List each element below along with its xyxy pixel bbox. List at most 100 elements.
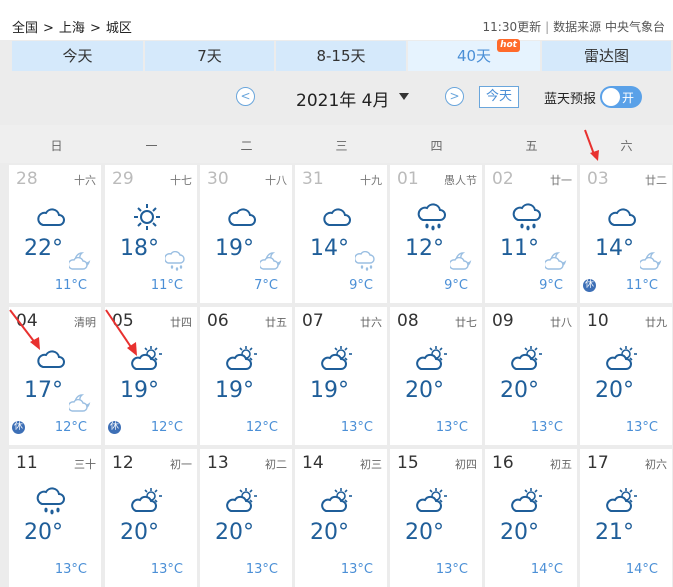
day-number: 04 xyxy=(16,311,38,331)
day-cell[interactable]: 16 初五 20° 14°C xyxy=(485,449,577,587)
lunar-date: 三十 xyxy=(74,458,96,471)
low-temp: 14°C xyxy=(530,562,563,577)
tab-label: 今天 xyxy=(62,47,93,65)
lunar-date: 廿五 xyxy=(265,316,287,329)
today-button[interactable]: 今天 xyxy=(479,86,519,108)
low-temp: 9°C xyxy=(349,278,373,293)
low-temp: 13°C xyxy=(150,562,183,577)
day-cell[interactable]: 09 廿八 20° 13°C xyxy=(485,307,577,445)
day-cell[interactable]: 28 十六 22° 11°C xyxy=(9,165,101,303)
partly-cloudy-icon xyxy=(321,487,353,515)
breadcrumb-district: 城区 xyxy=(105,21,132,36)
day-number: 28 xyxy=(16,169,38,189)
day-cell[interactable]: 17 初六 21° 14°C xyxy=(580,449,672,587)
weekday-label: 三 xyxy=(335,139,348,153)
day-cell[interactable]: 05 廿四 19° 12°C 休 xyxy=(105,307,197,445)
cloudy-icon xyxy=(321,203,353,231)
partly-cloudy-icon xyxy=(416,345,448,373)
day-cell[interactable]: 29 十七 18° 11°C xyxy=(105,165,197,303)
tab-label: 雷达图 xyxy=(583,47,629,65)
tab-40days[interactable]: 40天 hot xyxy=(408,39,540,71)
rain-icon xyxy=(511,203,543,231)
day-cell[interactable]: 03 廿二 14° 11°C 休 xyxy=(580,165,672,303)
low-temp: 7°C xyxy=(254,278,278,293)
day-cell[interactable]: 15 初四 20° 13°C xyxy=(390,449,482,587)
rain-icon xyxy=(35,487,67,515)
tab-7days[interactable]: 7天 xyxy=(145,41,274,71)
lunar-date: 初四 xyxy=(455,458,477,471)
tab-label: 8-15天 xyxy=(316,47,366,65)
lunar-date: 初五 xyxy=(550,458,572,471)
day-cell[interactable]: 30 十八 19° 7°C xyxy=(200,165,292,303)
low-temp: 13°C xyxy=(54,562,87,577)
lunar-date: 初三 xyxy=(360,458,382,471)
next-month-button[interactable]: > xyxy=(445,87,464,106)
cloudy-icon xyxy=(606,203,638,231)
night-cloudy-icon xyxy=(638,251,662,271)
day-number: 07 xyxy=(302,311,324,331)
day-cell[interactable]: 01 愚人节 12° 9°C xyxy=(390,165,482,303)
month-label[interactable]: 2021年 4月 xyxy=(296,86,389,111)
day-cell[interactable]: 02 廿一 11° 9°C xyxy=(485,165,577,303)
day-cell[interactable]: 11 三十 20° 13°C xyxy=(9,449,101,587)
lunar-date: 廿八 xyxy=(550,316,572,329)
holiday-badge: 休 xyxy=(583,279,596,292)
partly-cloudy-icon xyxy=(606,487,638,515)
lunar-date: 十六 xyxy=(74,174,96,187)
high-temp: 19° xyxy=(215,378,254,403)
day-number: 01 xyxy=(397,169,419,189)
rain-icon xyxy=(416,203,448,231)
day-number: 09 xyxy=(492,311,514,331)
partly-cloudy-icon xyxy=(226,345,258,373)
partly-cloudy-icon xyxy=(416,487,448,515)
day-cell[interactable]: 10 廿九 20° 13°C xyxy=(580,307,672,445)
high-temp: 14° xyxy=(310,236,349,261)
partly-cloudy-icon xyxy=(131,487,163,515)
high-temp: 20° xyxy=(405,520,444,545)
tab-today[interactable]: 今天 xyxy=(12,41,143,71)
low-temp: 13°C xyxy=(435,562,468,577)
prev-month-button[interactable]: < xyxy=(236,87,255,106)
header-bar: 全国 > 上海 > 城区 11:30更新 | 数据来源 中央气象台 xyxy=(0,0,673,40)
weekday-label: 一 xyxy=(145,139,158,153)
high-temp: 20° xyxy=(310,520,349,545)
day-number: 13 xyxy=(207,453,229,473)
rain-icon xyxy=(164,250,187,271)
day-cell[interactable]: 08 廿七 20° 13°C xyxy=(390,307,482,445)
day-cell[interactable]: 06 廿五 19° 12°C xyxy=(200,307,292,445)
forecast-tabs: 今天 7天 8-15天 40天 hot 雷达图 xyxy=(12,39,671,71)
low-temp: 13°C xyxy=(625,420,658,435)
weather-calendar-app: { "breadcrumb": ["全国", "上海", "城区"], "bre… xyxy=(0,0,673,587)
caret-down-icon[interactable] xyxy=(399,93,409,100)
partly-cloudy-icon xyxy=(321,345,353,373)
low-temp: 14°C xyxy=(625,562,658,577)
high-temp: 12° xyxy=(405,236,444,261)
lunar-date: 十九 xyxy=(360,174,382,187)
breadcrumb-city[interactable]: 上海 xyxy=(59,17,85,36)
day-cell[interactable]: 31 十九 14° 9°C xyxy=(295,165,387,303)
tab-radar[interactable]: 雷达图 xyxy=(542,41,671,71)
tab-8-15days[interactable]: 8-15天 xyxy=(276,41,406,71)
night-cloudy-icon xyxy=(448,251,472,271)
day-cell[interactable]: 07 廿六 19° 13°C xyxy=(295,307,387,445)
day-number: 02 xyxy=(492,169,514,189)
weekday-label: 日 xyxy=(50,139,63,153)
high-temp: 20° xyxy=(120,520,159,545)
high-temp: 22° xyxy=(24,236,63,261)
weekday-header: 日 一 二 三 四 五 六 xyxy=(0,125,673,163)
lunar-date: 初二 xyxy=(265,458,287,471)
breadcrumb-country[interactable]: 全国 xyxy=(12,17,38,36)
low-temp: 11°C xyxy=(150,278,183,293)
day-number: 10 xyxy=(587,311,609,331)
tab-label: 7天 xyxy=(197,47,222,65)
day-cell[interactable]: 13 初二 20° 13°C xyxy=(200,449,292,587)
day-cell[interactable]: 04 清明 17° 12°C 休 xyxy=(9,307,101,445)
tab-label: 40天 xyxy=(456,47,492,65)
lunar-date: 廿四 xyxy=(170,316,192,329)
blue-sky-toggle[interactable]: 开 xyxy=(600,86,642,108)
day-cell[interactable]: 12 初一 20° 13°C xyxy=(105,449,197,587)
day-number: 03 xyxy=(587,169,609,189)
day-cell[interactable]: 14 初三 20° 13°C xyxy=(295,449,387,587)
weekday-label: 五 xyxy=(525,139,538,153)
breadcrumb-separator: > xyxy=(89,21,101,36)
